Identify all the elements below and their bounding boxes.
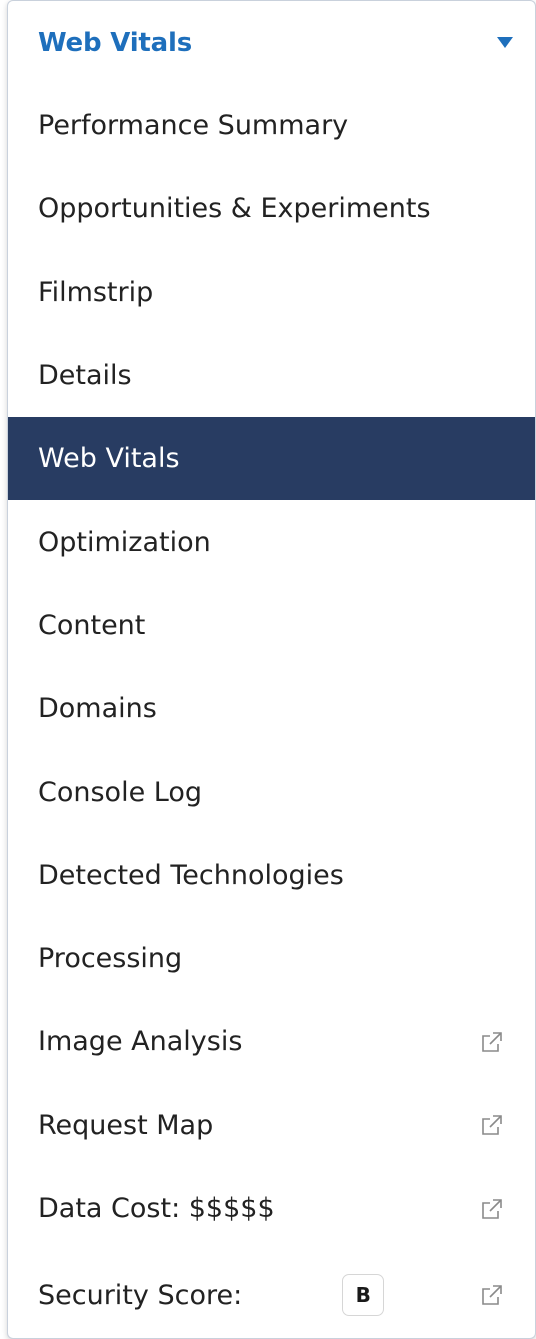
menu-item-performance-summary[interactable]: Performance Summary: [8, 84, 535, 167]
menu-item-data-cost[interactable]: Data Cost: $$$$$: [8, 1167, 535, 1250]
menu-item-label: Request Map: [38, 1109, 214, 1141]
menu-item-request-map[interactable]: Request Map: [8, 1084, 535, 1167]
menu-item-console-log[interactable]: Console Log: [8, 750, 535, 833]
external-link-icon: [479, 1282, 505, 1308]
page-nav-dropdown[interactable]: Web Vitals Performance Summary Opportuni…: [7, 0, 536, 1339]
menu-item-detected-technologies[interactable]: Detected Technologies: [8, 834, 535, 917]
caret-down-icon: [497, 37, 513, 48]
menu-item-filmstrip[interactable]: Filmstrip: [8, 251, 535, 334]
menu-item-domains[interactable]: Domains: [8, 667, 535, 750]
menu-item-processing[interactable]: Processing: [8, 917, 535, 1000]
external-link-icon: [479, 1029, 505, 1055]
menu-item-label: Content: [38, 609, 146, 641]
menu-item-opportunities[interactable]: Opportunities & Experiments: [8, 167, 535, 250]
menu-item-security-score[interactable]: Security Score: B: [8, 1250, 535, 1338]
menu-item-label: Image Analysis: [38, 1026, 243, 1058]
menu-item-label: Filmstrip: [38, 276, 154, 308]
menu-item-image-analysis[interactable]: Image Analysis: [8, 1000, 535, 1083]
menu-item-label: Opportunities & Experiments: [38, 193, 431, 225]
menu-item-label: Data Cost: $$$$$: [38, 1193, 275, 1224]
menu-item-label: Detected Technologies: [38, 859, 344, 891]
menu-item-label: Web Vitals: [38, 443, 180, 475]
dropdown-selected-label: Web Vitals: [38, 27, 192, 58]
menu-item-label: Console Log: [38, 776, 202, 808]
menu-item-content[interactable]: Content: [8, 584, 535, 667]
security-grade-badge: B: [342, 1274, 385, 1317]
menu-item-label: Performance Summary: [38, 110, 349, 142]
dropdown-toggle[interactable]: Web Vitals: [8, 1, 535, 84]
menu-item-web-vitals[interactable]: Web Vitals: [8, 417, 535, 501]
security-score-wrap: Security Score: B: [38, 1274, 385, 1317]
external-link-icon: [479, 1196, 505, 1222]
menu-item-label: Processing: [38, 943, 183, 975]
menu-item-label: Details: [38, 360, 132, 392]
menu-item-details[interactable]: Details: [8, 334, 535, 417]
menu-item-optimization[interactable]: Optimization: [8, 500, 535, 583]
external-link-icon: [479, 1112, 505, 1138]
menu-item-label: Security Score:: [38, 1279, 243, 1311]
menu-item-label: Domains: [38, 693, 157, 725]
menu-item-label: Optimization: [38, 526, 211, 558]
